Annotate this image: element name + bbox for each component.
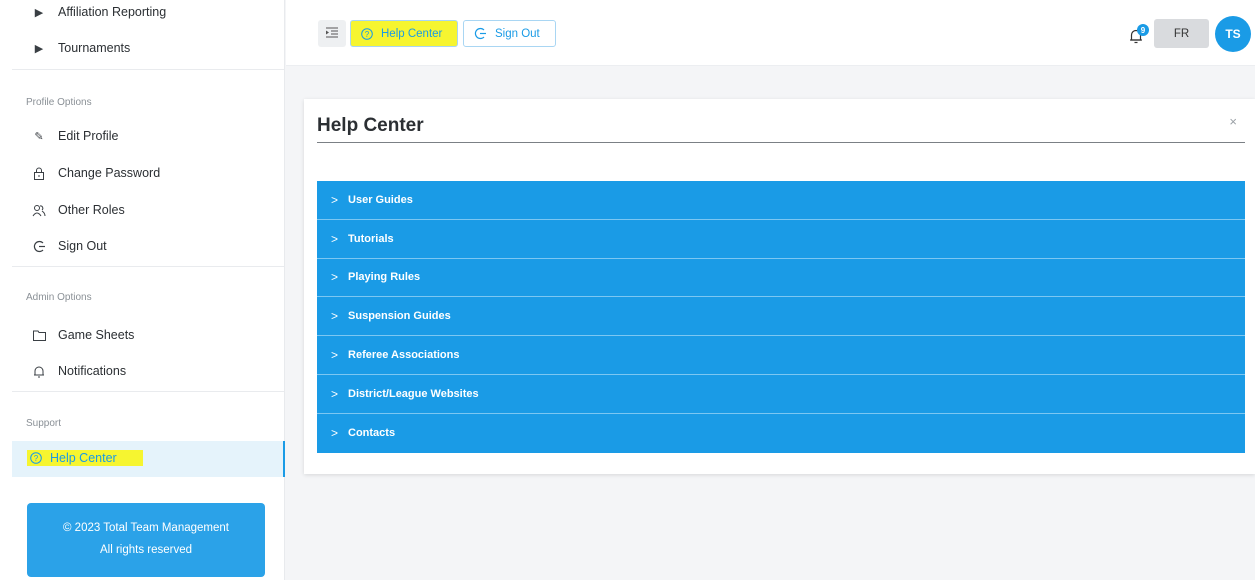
modal-title: Help Center xyxy=(317,115,424,136)
help-center-modal: Help Center × > User Guides > Tutorials … xyxy=(304,99,1255,474)
users-icon xyxy=(32,203,46,217)
sidebar-item-label: Change Password xyxy=(58,166,161,180)
topbar: ? Help Center Sign Out 9 FR TS xyxy=(286,0,1255,66)
user-avatar[interactable]: TS xyxy=(1215,16,1251,52)
accordion-item-label: Playing Rules xyxy=(348,271,421,284)
close-icon[interactable]: × xyxy=(1229,114,1237,129)
lock-icon xyxy=(32,166,46,180)
help-center-button[interactable]: ? Help Center xyxy=(350,20,458,47)
accordion-item-tutorials[interactable]: > Tutorials xyxy=(317,219,1245,259)
sidebar-item-label: Sign Out xyxy=(58,239,107,253)
sidebar-item-notifications[interactable]: Notifications xyxy=(32,361,126,381)
sidebar-item-label: Affiliation Reporting xyxy=(58,5,167,19)
bell-icon xyxy=(32,364,46,378)
sidebar-item-label: Edit Profile xyxy=(58,129,119,143)
caret-right-icon: ▶ xyxy=(34,42,44,55)
sign-out-button[interactable]: Sign Out xyxy=(463,20,556,47)
svg-text:?: ? xyxy=(34,454,39,463)
modal-divider xyxy=(317,142,1245,143)
help-circle-icon: ? xyxy=(30,452,42,464)
accordion-item-label: Suspension Guides xyxy=(348,310,451,323)
accordion-item-suspension-guides[interactable]: > Suspension Guides xyxy=(317,297,1245,337)
chevron-right-icon: > xyxy=(331,192,339,207)
sidebar-item-sign-out[interactable]: Sign Out xyxy=(32,236,107,256)
divider xyxy=(12,391,284,392)
sign-out-button-label: Sign Out xyxy=(495,27,540,40)
help-center-button-label: Help Center xyxy=(381,27,443,40)
accordion-item-label: Referee Associations xyxy=(348,349,460,362)
chevron-right-icon: > xyxy=(331,231,339,246)
notification-count-badge: 9 xyxy=(1137,24,1149,36)
sidebar-item-label: Help Center xyxy=(50,451,117,465)
accordion-item-label: Contacts xyxy=(348,427,396,440)
sidebar-item-other-roles[interactable]: Other Roles xyxy=(32,200,125,220)
sidebar-item-affiliation-reporting[interactable]: ▶ Affiliation Reporting xyxy=(32,2,166,22)
caret-right-icon: ▶ xyxy=(34,6,44,19)
chevron-right-icon: > xyxy=(331,426,339,441)
accordion-item-contacts[interactable]: > Contacts xyxy=(317,413,1245,453)
sidebar-item-help-center-label[interactable]: ? Help Center xyxy=(27,450,143,466)
divider xyxy=(12,266,284,267)
accordion-item-referee-associations[interactable]: > Referee Associations xyxy=(317,336,1245,375)
sidebar-item-label: Tournaments xyxy=(58,41,131,55)
accordion-item-district-league-websites[interactable]: > District/League Websites xyxy=(317,374,1245,414)
accordion-item-label: User Guides xyxy=(348,193,413,206)
svg-text:?: ? xyxy=(365,29,370,38)
footer-copyright: © 2023 Total Team Management xyxy=(63,522,229,534)
section-label-support: Support xyxy=(26,418,62,429)
sidebar-item-label: Game Sheets xyxy=(58,328,135,342)
footer-rights: All rights reserved xyxy=(99,544,193,556)
accordion-item-user-guides[interactable]: > User Guides xyxy=(317,181,1245,220)
chevron-right-icon: > xyxy=(331,309,339,324)
sidebar-item-game-sheets[interactable]: Game Sheets xyxy=(32,325,134,345)
section-label-admin: Admin Options xyxy=(26,292,92,303)
divider xyxy=(12,69,284,70)
language-toggle-button[interactable]: FR xyxy=(1154,19,1209,48)
section-label-profile: Profile Options xyxy=(26,97,92,108)
sidebar-item-label: Notifications xyxy=(58,364,127,378)
sidebar-item-change-password[interactable]: Change Password xyxy=(32,163,160,183)
chevron-right-icon: > xyxy=(331,270,339,285)
sidebar-item-tournaments[interactable]: ▶ Tournaments xyxy=(32,38,131,58)
accordion-item-playing-rules[interactable]: > Playing Rules xyxy=(317,258,1245,298)
accordion-item-label: Tutorials xyxy=(348,232,394,245)
chevron-right-icon: > xyxy=(331,348,339,363)
folder-icon xyxy=(32,328,46,342)
sign-out-icon xyxy=(32,239,46,253)
sign-out-icon xyxy=(474,27,487,40)
sidebar: ▶ Affiliation Reporting ▶ Tournaments Pr… xyxy=(0,0,285,580)
help-accordion: > User Guides > Tutorials > Playing Rule… xyxy=(317,181,1245,453)
sidebar-item-label: Other Roles xyxy=(58,203,125,217)
chevron-right-icon: > xyxy=(331,386,339,401)
menu-toggle-button[interactable] xyxy=(318,20,346,47)
help-circle-icon: ? xyxy=(361,27,373,40)
indent-icon xyxy=(326,26,338,41)
accordion-item-label: District/League Websites xyxy=(348,387,479,400)
sidebar-item-edit-profile[interactable]: ✎ Edit Profile xyxy=(32,126,118,146)
footer-card: © 2023 Total Team Management All rights … xyxy=(27,503,265,577)
pencil-icon: ✎ xyxy=(34,130,44,143)
